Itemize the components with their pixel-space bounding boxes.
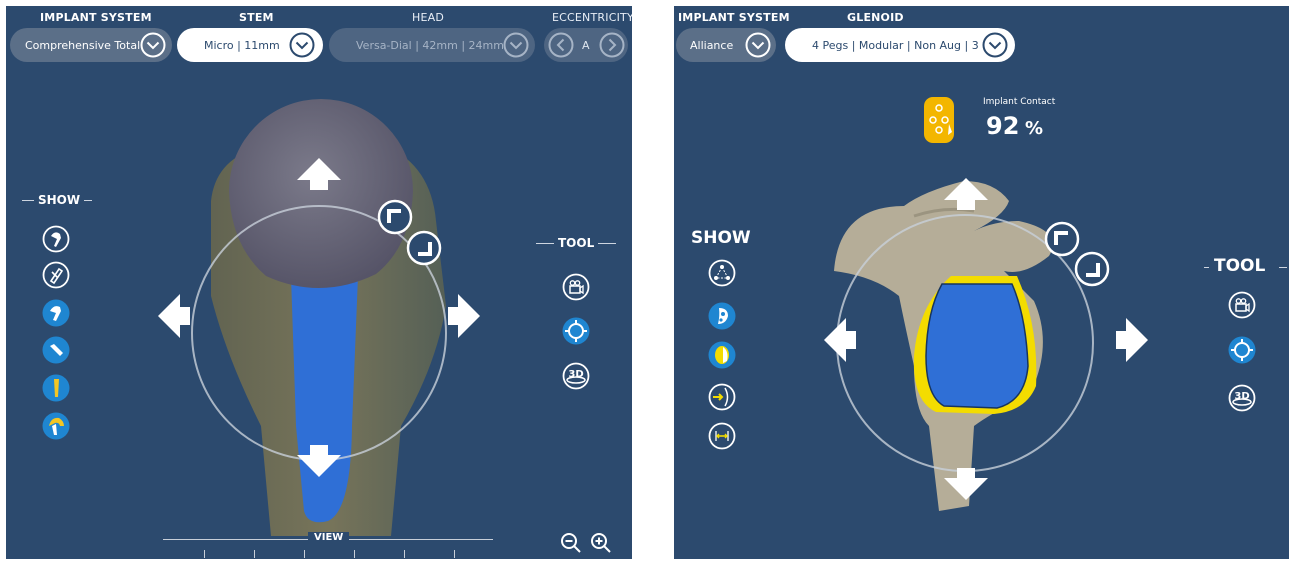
move-right-arrow-icon[interactable] (1114, 315, 1150, 365)
glenoid-implant (925, 283, 1029, 409)
chevron-left-icon[interactable] (548, 32, 574, 58)
camera-views-icon[interactable] (562, 273, 590, 301)
3d-rotate-icon[interactable]: 3D (1228, 384, 1256, 412)
implant-contact-unit: % (1024, 118, 1044, 139)
move-right-arrow-icon[interactable] (446, 291, 482, 341)
move-left-arrow-icon[interactable] (822, 315, 858, 365)
glenoid-dropdown[interactable]: 4 Pegs | Modular | Non Aug | 3 (785, 28, 1015, 62)
glenoid-value: 4 Pegs | Modular | Non Aug | 3 (812, 38, 979, 52)
show-implant-active-icon[interactable] (42, 299, 70, 327)
head-header: HEAD (412, 11, 445, 24)
head-value: Versa-Dial | 42mm | 24mm (356, 38, 504, 52)
implant-system-dropdown[interactable]: Alliance (676, 28, 776, 62)
stem-dropdown[interactable]: Micro | 11mm (177, 28, 323, 62)
show-landmarks-icon[interactable] (708, 259, 736, 287)
humeral-planning-panel: IMPLANT SYSTEM STEM HEAD ECCENTRICITY Co… (6, 6, 632, 559)
stem-value: Micro | 11mm (204, 38, 280, 52)
move-up-arrow-icon[interactable] (294, 156, 344, 192)
show-stem-active-icon[interactable] (42, 336, 70, 364)
tool-divider-left (1204, 267, 1209, 268)
implant-system-header: IMPLANT SYSTEM (678, 11, 790, 24)
humeral-head-implant (229, 99, 413, 289)
tool-label: TOOL (554, 236, 599, 250)
show-label: SHOW (691, 228, 751, 248)
zoom-out-icon[interactable] (560, 532, 582, 554)
move-up-arrow-icon[interactable] (941, 176, 991, 212)
rotate-cw-handle-icon[interactable] (406, 230, 442, 266)
rotate-cw-handle-icon[interactable] (1074, 251, 1110, 287)
implant-contact-readout: 92 % (986, 112, 1043, 140)
show-label: SHOW (34, 193, 85, 207)
eccentricity-header: ECCENTRICITY (552, 11, 632, 24)
chevron-down-icon[interactable] (503, 32, 529, 58)
glenoid-header: GLENOID (847, 11, 904, 24)
view-slider-ticks (204, 550, 455, 559)
head-dropdown[interactable]: Versa-Dial | 42mm | 24mm (329, 28, 535, 62)
show-glenoid-active-icon[interactable] (708, 302, 736, 330)
implant-system-value: Alliance (690, 38, 734, 52)
implant-contact-label: Implant Contact (983, 97, 1056, 107)
move-down-arrow-icon[interactable] (941, 466, 991, 502)
glenoid-planning-panel: IMPLANT SYSTEM GLENOID Alliance 4 Pegs |… (674, 6, 1289, 559)
implant-system-dropdown[interactable]: Comprehensive Total (10, 28, 172, 62)
view-label: VIEW (308, 532, 350, 543)
implant-contact-value: 92 (986, 112, 1020, 140)
chevron-down-icon[interactable] (140, 32, 166, 58)
3d-rotate-icon[interactable]: 3D (562, 362, 590, 390)
eccentricity-stepper[interactable]: A (544, 28, 628, 62)
chevron-down-icon[interactable] (289, 32, 315, 58)
chevron-down-icon[interactable] (745, 32, 771, 58)
move-down-arrow-icon[interactable] (294, 443, 344, 479)
tool-label: TOOL (1214, 256, 1266, 276)
show-bone-outline-icon[interactable] (42, 261, 70, 289)
camera-views-icon[interactable] (1228, 291, 1256, 319)
glenoid-contact-icon (924, 97, 954, 143)
zoom-in-icon[interactable] (590, 532, 612, 554)
implant-system-header: IMPLANT SYSTEM (40, 11, 152, 24)
show-humerus-icon[interactable] (42, 374, 70, 402)
position-tool-active-icon[interactable] (1228, 336, 1256, 364)
show-head-contact-icon[interactable] (42, 412, 70, 440)
show-contact-active-icon[interactable] (708, 341, 736, 369)
chevron-down-icon[interactable] (982, 32, 1008, 58)
show-measurement-icon[interactable] (708, 422, 736, 450)
show-head-outline-icon[interactable] (42, 225, 70, 253)
tool-divider-right (1279, 267, 1287, 268)
position-tool-active-icon[interactable] (562, 317, 590, 345)
chevron-right-icon[interactable] (599, 32, 625, 58)
move-left-arrow-icon[interactable] (156, 291, 192, 341)
eccentricity-value: A (582, 38, 590, 52)
implant-system-value: Comprehensive Total (25, 38, 141, 52)
stem-header: STEM (239, 11, 274, 24)
show-version-icon[interactable] (708, 383, 736, 411)
